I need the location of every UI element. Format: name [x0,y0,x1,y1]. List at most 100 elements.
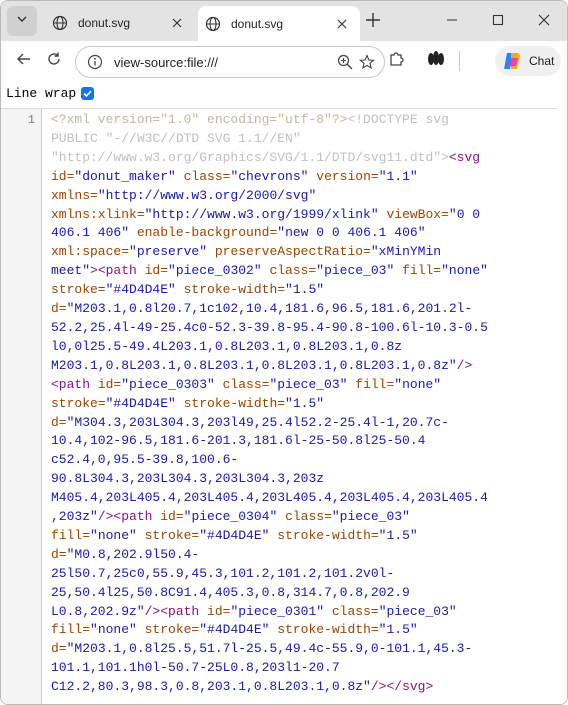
source-line: d="M0.8,202.9l50.4- [51,546,556,565]
source-line: fill="none" stroke="#4D4D4E" stroke-widt… [51,527,556,546]
source-text[interactable]: <?xml version="1.0" encoding="utf-8"?><!… [51,111,556,697]
line-wrap-control[interactable]: Line wrap [6,84,95,102]
chevron-down-icon [15,12,29,31]
info-icon[interactable] [86,53,104,71]
source-line: 10.4,102-96.5,181.6-201.3,181.6l-25-50.8… [51,432,556,451]
source-token-val: "#4D4D4E" [105,282,184,298]
tab-title: donut.svg [78,15,131,30]
source-token-val: ,203z" [51,509,98,525]
source-line: id="donut_maker" class="chevrons" versio… [51,168,556,187]
source-token-attr: d= [51,546,67,562]
source-token-attr: class= [285,509,332,525]
minimize-button[interactable] [439,9,465,35]
tab-active[interactable]: donut.svg [198,6,360,41]
source-token-val: 10.4,102-96.5,181.6-201.3,181.6l-25-50.8… [51,433,426,449]
source-line: d="M304.3,203L304.3,203l49,25.4l52.2-25.… [51,414,556,433]
source-token-attr: stroke= [144,527,200,543]
source-token-attr: fill= [355,376,395,392]
source-token-attr: stroke= [144,622,200,638]
source-token-val: "1.5" [378,527,418,543]
tab-actions-button[interactable] [7,6,37,36]
zoom-icon[interactable] [334,51,356,73]
reload-button[interactable] [41,48,67,74]
source-token-val: "piece_0304" [183,509,286,525]
source-line: PUBLIC "-//W3C//DTD SVG 1.1//EN" [51,130,556,149]
extensions-button[interactable] [384,48,410,74]
source-token-attr: version= [316,168,379,184]
tab-inactive[interactable]: donut.svg [45,6,195,39]
source-line: 25l50.7,25c0,55.9,45.3,101.2,101.2,101.2… [51,565,556,584]
source-token-attr: class= [183,168,231,184]
view-source-content: Line wrap 1 <?xml version="1.0" encoding… [1,81,567,704]
close-window-button[interactable] [531,9,557,35]
star-icon[interactable] [356,51,378,73]
source-line: M203.1,0.8L203.1,0.8L203.1,0.8L203.1,0.8… [51,357,556,376]
source-token-val: l0,0l25.5-49.4L203.1,0.8L203.1,0.8L203.1… [51,338,403,354]
copilot-chat-button[interactable]: Chat [495,46,561,76]
source-token-val: "piece_03" [378,603,457,619]
source-token-tag: <svg [448,149,481,165]
source-token-attr: id= [160,509,184,525]
source-line: ,203z"/><path id="piece_0304" class="pie… [51,508,556,527]
source-token-tag: /> [456,357,473,373]
source-token-val: "1.5" [378,622,418,638]
source-line: stroke="#4D4D4E" stroke-width="1.5" [51,281,556,300]
source-token-pi: <?xml version="1.0" encoding="utf-8"?> [51,112,348,127]
line-number: 1 [27,113,35,127]
source-token-val: "none" [441,263,488,279]
line-wrap-checkbox[interactable] [81,86,95,100]
source-token-val: "piece_03" [269,376,356,392]
source-line: d="M203.1,0.8l25.5,51.7l-25.5,49.4c-55.9… [51,640,556,659]
url-text[interactable]: view-source:file:/// [114,55,334,70]
arrow-left-icon [16,51,32,72]
line-wrap-label: Line wrap [6,85,77,101]
source-token-val: M405.4,203L405.4,203L405.4,203L405.4,203… [51,490,488,506]
source-token-val: "piece_0302" [168,263,270,279]
source-token-val: "1.5" [285,395,325,411]
source-token-val: 25,50.4l25,50.8C91.4,405.3,0.8,314.7,0.8… [51,584,410,600]
source-token-val: "piece_03" [316,263,403,279]
source-token-val: 90.8L304.3,203L304.3,203L304.3,203z [51,471,325,487]
source-token-attr: d= [51,414,67,430]
puzzle-icon [388,50,406,73]
source-token-tag: <path [51,376,98,392]
source-code-view[interactable]: 1 <?xml version="1.0" encoding="utf-8"?>… [1,108,557,704]
close-icon[interactable] [167,13,187,33]
source-token-val: "1.1" [378,168,418,184]
source-token-doctype: <!DOCTYPE svg [347,112,449,127]
line-number-gutter: 1 [1,109,42,704]
scrollbar[interactable] [560,111,564,671]
source-token-attr: d= [51,301,67,317]
profile-button[interactable] [423,48,449,74]
source-line: l0,0l25.5-49.4L203.1,0.8L203.1,0.8L203.1… [51,338,556,357]
source-token-attr: class= [331,603,379,619]
back-button[interactable] [11,48,37,74]
source-token-val: "#4D4D4E" [199,622,278,638]
source-token-val: L0.8,202.9z" [51,603,145,619]
source-token-attr: xml:space= [51,244,130,260]
address-bar[interactable]: view-source:file:/// [75,46,385,78]
source-token-val: "http://www.w3.org/2000/svg" [97,187,317,203]
tab-strip: donut.svg donut.svg [1,1,567,41]
source-token-val: "#4D4D4E" [199,527,278,543]
source-token-val: "M0.8,202.9l50.4- [66,546,200,562]
source-line: stroke="#4D4D4E" stroke-width="1.5" [51,395,556,414]
source-token-doctype: "http://www.w3.org/Graphics/SVG/1.1/DTD/… [51,149,449,165]
source-token-attr: preserveAspectRatio= [214,244,371,260]
browser-essentials-icon [426,49,446,74]
source-token-tag: /><path [97,509,161,525]
globe-icon [204,15,222,33]
new-tab-button[interactable] [361,10,385,34]
source-token-attr: stroke-width= [277,622,379,638]
maximize-button[interactable] [485,9,511,35]
source-token-attr: id= [51,168,75,184]
close-icon[interactable] [332,14,352,34]
reload-icon [46,51,62,72]
source-token-attr: stroke= [51,282,106,298]
source-token-val: "none" [90,622,145,638]
source-token-val: "new 0 0 406.1 406" [277,225,426,241]
source-line: M405.4,203L405.4,203L405.4,203L405.4,203… [51,489,556,508]
source-token-attr: stroke-width= [183,395,286,411]
source-token-val: "piece_0301" [230,603,332,619]
source-line: fill="none" stroke="#4D4D4E" stroke-widt… [51,621,556,640]
